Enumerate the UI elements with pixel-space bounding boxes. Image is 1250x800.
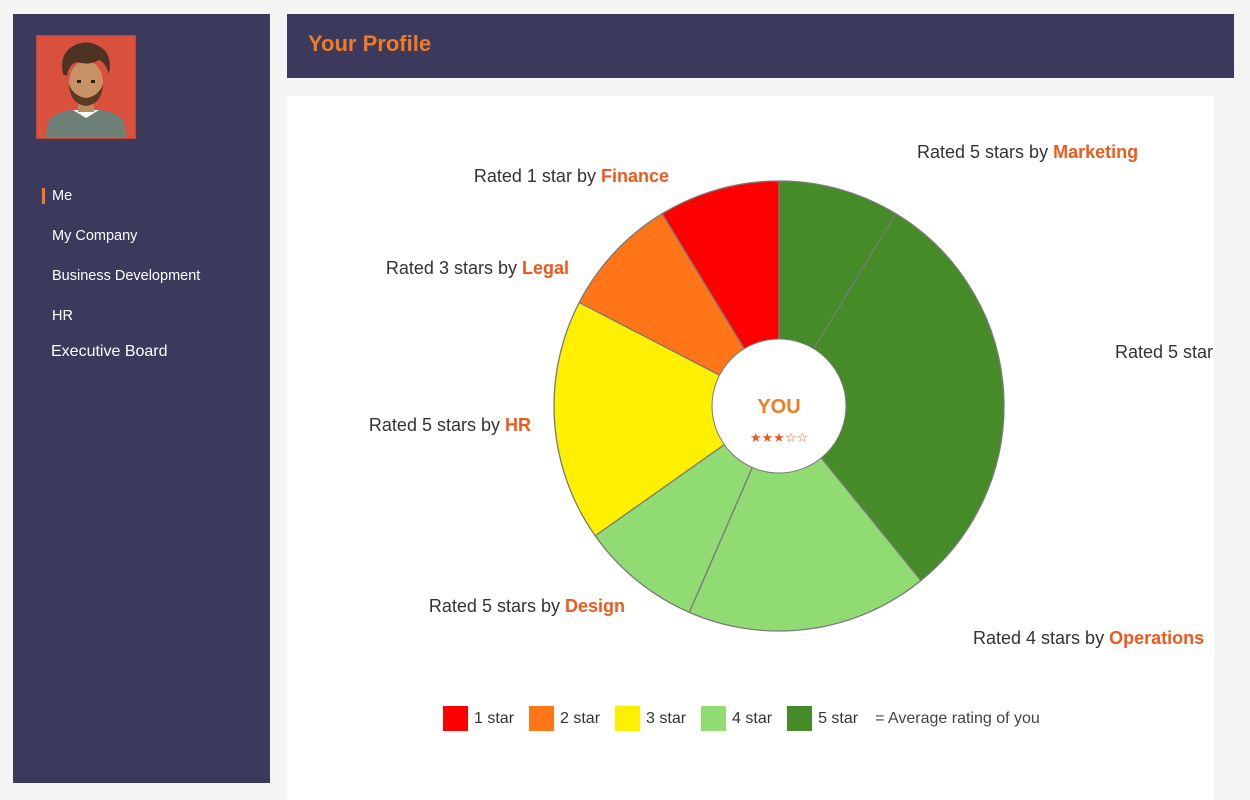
sidebar-item-me[interactable]: Me [13, 182, 270, 222]
legend-swatch [615, 706, 641, 731]
center-rating-stars: ★★★☆☆ [750, 431, 808, 446]
legend-label: 5 star [818, 709, 859, 727]
legend-item-3-star: 3 star [615, 706, 686, 731]
legend-item-1-star: 1 star [443, 706, 514, 731]
rating-panel: Rated 5 stars by Marketing Rated 5 stars … [287, 96, 1214, 800]
legend-item-2-star: 2 star [529, 706, 600, 731]
sidebar-item-executive-board[interactable]: Executive Board [13, 338, 270, 378]
legend: 1 star 2 star 3 star 4 star 5 star = Ave… [443, 706, 1040, 731]
slice-label-it: Rated 5 stars by IT [1115, 342, 1214, 362]
legend-swatch [787, 706, 813, 731]
sidebar-item-label: Me [52, 188, 73, 204]
legend-note: = Average rating of you [875, 709, 1040, 727]
rating-pie-chart: Rated 5 stars by Marketing Rated 5 stars … [369, 142, 1214, 648]
legend-swatch [529, 706, 555, 731]
sidebar-item-business-development[interactable]: Business Development [13, 262, 270, 302]
slice-label-legal: Rated 3 stars by Legal [386, 258, 569, 278]
legend-swatch [701, 706, 727, 731]
sidebar-item-label: Business Development [52, 268, 201, 284]
legend-item-5-star: 5 star [787, 706, 858, 731]
avatar[interactable] [36, 35, 136, 139]
slice-label-marketing: Rated 5 stars by Marketing [917, 142, 1138, 162]
legend-label: 2 star [560, 709, 601, 727]
sidebar-item-label: Executive Board [51, 343, 168, 360]
sidebar: Me My Company Business Development HR Ex… [13, 14, 270, 783]
slice-label-hr: Rated 5 stars by HR [369, 415, 531, 435]
page-header: Your Profile [287, 14, 1234, 78]
slice-label-finance: Rated 1 star by Finance [474, 166, 669, 186]
center-label: YOU [757, 396, 800, 418]
sidebar-item-hr[interactable]: HR [13, 302, 270, 342]
legend-swatch [443, 706, 468, 731]
sidebar-item-label: My Company [52, 228, 138, 244]
slice-label-operations: Rated 4 stars by Operations [973, 628, 1204, 648]
legend-label: 1 star [474, 709, 515, 727]
slice-label-design: Rated 5 stars by Design [429, 596, 625, 616]
page-title: Your Profile [308, 31, 432, 56]
avatar-image [37, 36, 135, 138]
legend-label: 3 star [646, 709, 687, 727]
sidebar-item-label: HR [52, 308, 73, 324]
legend-item-4-star: 4 star [701, 706, 772, 731]
sidebar-nav: Me My Company Business Development HR Ex… [13, 182, 270, 378]
legend-label: 4 star [732, 709, 773, 727]
sidebar-item-my-company[interactable]: My Company [13, 222, 270, 262]
